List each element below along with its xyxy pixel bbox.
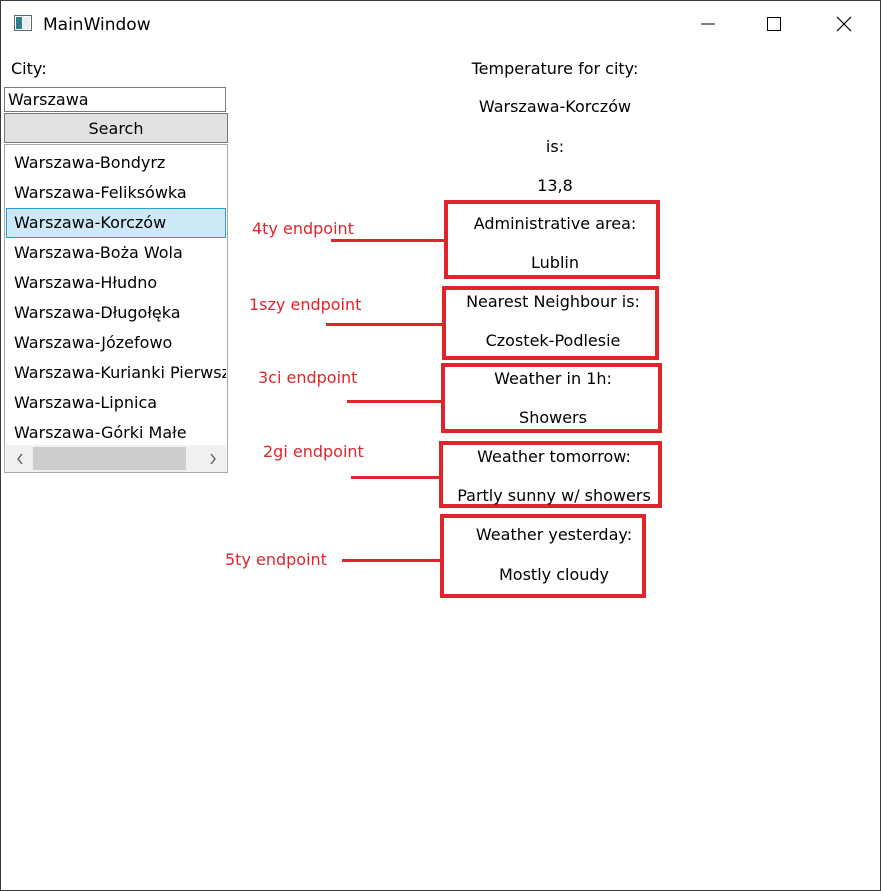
chevron-right-icon — [209, 453, 216, 464]
weather-tomorrow-label: Weather tomorrow: — [477, 447, 631, 466]
list-item[interactable]: Warszawa-Lipnica — [6, 388, 226, 418]
results-listbox[interactable]: Warszawa-Bondyrz Warszawa-Feliksówka War… — [4, 144, 228, 473]
neighbour-value: Czostek-Podlesie — [485, 331, 621, 350]
city-label: City: — [11, 59, 47, 78]
annotation-connector — [331, 239, 445, 242]
maximize-button[interactable] — [739, 1, 809, 47]
list-item[interactable]: Warszawa-Hłudno — [6, 268, 226, 298]
weather-1h-label: Weather in 1h: — [494, 369, 612, 388]
close-button[interactable] — [809, 1, 879, 47]
window-title: MainWindow — [43, 15, 151, 35]
scroll-right-button[interactable] — [199, 445, 226, 472]
annotation-hour: 3ci endpoint — [258, 368, 358, 387]
weather-yesterday-label: Weather yesterday: — [475, 525, 633, 544]
list-item-selected[interactable]: Warszawa-Korczów — [6, 208, 226, 238]
weather-yesterday-value: Mostly cloudy — [499, 565, 609, 584]
list-item[interactable]: Warszawa-Górki Małe — [6, 418, 226, 448]
city-input[interactable] — [4, 87, 226, 112]
chevron-left-icon — [16, 453, 23, 464]
annotation-tomorrow: 2gi endpoint — [263, 442, 364, 461]
admin-area-label: Administrative area: — [473, 214, 637, 233]
search-button[interactable]: Search — [4, 113, 228, 143]
list-item[interactable]: Warszawa-Feliksówka — [6, 178, 226, 208]
main-window: MainWindow City: Search Warszawa-Bondyrz… — [0, 0, 881, 891]
weather-tomorrow-value: Partly sunny w/ showers — [457, 486, 651, 505]
annotation-connector — [342, 559, 442, 562]
minimize-icon — [701, 23, 715, 25]
maximize-icon — [767, 17, 781, 31]
admin-area-value: Lublin — [531, 253, 579, 272]
annotation-neighbour: 1szy endpoint — [249, 295, 362, 314]
neighbour-label: Nearest Neighbour is: — [466, 292, 640, 311]
list-item[interactable]: Warszawa-Bondyrz — [6, 148, 226, 178]
scroll-thumb[interactable] — [33, 447, 186, 470]
list-item[interactable]: Warszawa-Józefowo — [6, 328, 226, 358]
temperature-heading: Temperature for city: — [471, 59, 639, 78]
temperature-value: 13,8 — [537, 176, 573, 195]
is-label: is: — [545, 137, 565, 156]
app-window-icon — [14, 15, 32, 31]
list-item[interactable]: Warszawa-Kurianki Pierwsze — [6, 358, 226, 388]
city-name-label: Warszawa-Korczów — [478, 97, 632, 116]
annotation-yesterday: 5ty endpoint — [225, 550, 327, 569]
annotation-connector — [351, 476, 441, 479]
minimize-button[interactable] — [673, 1, 743, 47]
scroll-left-button[interactable] — [6, 445, 33, 472]
list-item[interactable]: Warszawa-Boża Wola — [6, 238, 226, 268]
annotation-connector — [326, 323, 443, 326]
horizontal-scrollbar[interactable] — [6, 445, 226, 472]
annotation-connector — [347, 400, 443, 403]
list-item[interactable]: Warszawa-Długołęka — [6, 298, 226, 328]
close-icon — [836, 16, 852, 32]
title-bar[interactable]: MainWindow — [1, 1, 880, 47]
weather-1h-value: Showers — [519, 408, 587, 427]
annotation-admin: 4ty endpoint — [252, 219, 354, 238]
